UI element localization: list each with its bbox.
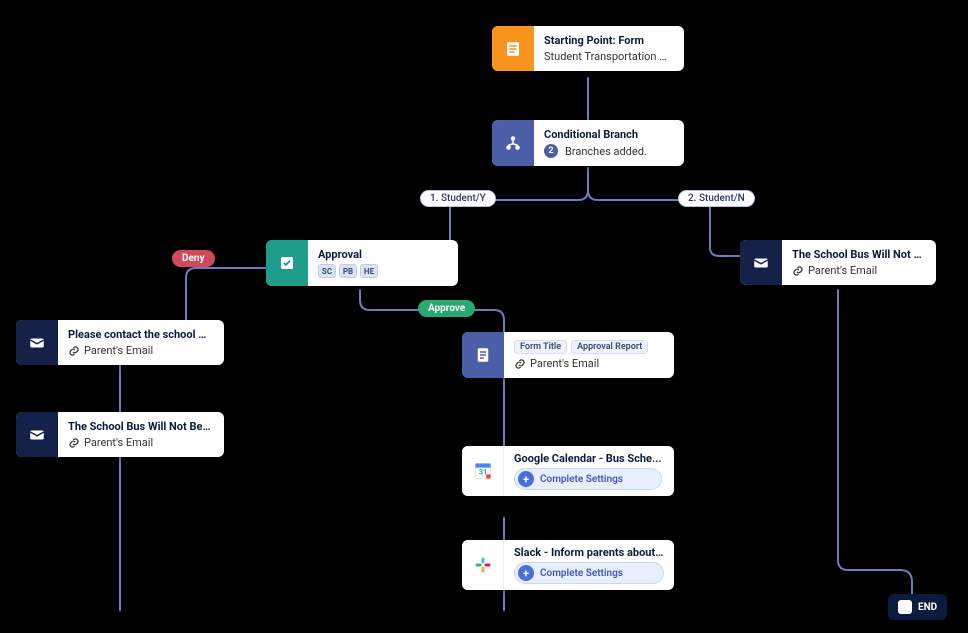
gcal-title: Google Calendar - Bus Sche... <box>514 452 662 465</box>
approver-avatars: SC PB HE <box>318 264 378 278</box>
svg-text:31: 31 <box>478 467 487 476</box>
form-title-chip: Form Title <box>514 340 567 354</box>
link-icon <box>68 437 80 449</box>
plus-icon: + <box>518 565 534 581</box>
end-label: END <box>918 602 937 613</box>
approve-pill: Approve <box>418 300 475 317</box>
deny-pill: Deny <box>172 250 215 267</box>
branch-count-badge: 2 <box>544 144 558 158</box>
approval-report-node[interactable]: Form Title Approval Report Parent's Emai… <box>462 332 674 378</box>
slack-title: Slack - Inform parents about ... <box>514 546 664 559</box>
complete-settings-button[interactable]: + Complete Settings <box>514 562 664 584</box>
deny-email-1-node[interactable]: Please contact the school ma... Parent's… <box>16 320 224 365</box>
deny1-title: Please contact the school ma... <box>68 328 212 341</box>
slack-icon <box>462 540 504 590</box>
form-icon <box>492 26 534 71</box>
avatar: PB <box>339 264 357 278</box>
approval-report-chip: Approval Report <box>571 340 648 354</box>
branch-label-2: 2. Student/N <box>678 190 755 207</box>
approval-title: Approval <box>318 248 378 261</box>
mail-icon <box>740 240 782 285</box>
no-bus-title: The School Bus Will Not Be U... <box>792 248 924 261</box>
google-calendar-node[interactable]: 31 Google Calendar - Bus Sche... + Compl… <box>462 446 674 496</box>
approval-icon <box>266 240 308 286</box>
link-icon <box>68 345 80 357</box>
conditional-branch-node[interactable]: Conditional Branch 2 Branches added. <box>492 120 684 166</box>
plus-icon: + <box>518 471 534 487</box>
complete-settings-button[interactable]: + Complete Settings <box>514 468 662 490</box>
deny-email-2-node[interactable]: The School Bus Will Not Be U... Parent's… <box>16 412 224 457</box>
branch-icon <box>492 120 534 166</box>
link-icon <box>514 358 526 370</box>
connector-lines <box>0 0 968 633</box>
no-bus-link: Parent's Email <box>808 264 877 277</box>
no-bus-email-node[interactable]: The School Bus Will Not Be U... Parent's… <box>740 240 936 285</box>
mail-icon <box>16 320 58 365</box>
start-node[interactable]: Starting Point: Form Student Transportat… <box>492 26 684 71</box>
deny2-link: Parent's Email <box>84 436 153 449</box>
deny1-link: Parent's Email <box>84 344 153 357</box>
branch-count-text: Branches added. <box>565 145 647 158</box>
cond-title: Conditional Branch <box>544 128 647 141</box>
avatar: SC <box>318 264 336 278</box>
report-link: Parent's Email <box>530 357 599 370</box>
link-icon <box>792 265 804 277</box>
avatar: HE <box>360 264 378 278</box>
end-node[interactable]: END <box>888 594 947 620</box>
approval-node[interactable]: Approval SC PB HE <box>266 240 458 286</box>
start-subtitle: Student Transportation Form <box>544 50 672 63</box>
start-title: Starting Point: Form <box>544 34 672 47</box>
stop-icon <box>898 600 912 614</box>
deny2-title: The School Bus Will Not Be U... <box>68 420 212 433</box>
report-icon <box>462 332 504 378</box>
mail-icon <box>16 412 58 457</box>
branch-label-1: 1. Student/Y <box>420 190 496 207</box>
slack-node[interactable]: Slack - Inform parents about ... + Compl… <box>462 540 674 590</box>
google-calendar-icon: 31 <box>462 446 504 496</box>
